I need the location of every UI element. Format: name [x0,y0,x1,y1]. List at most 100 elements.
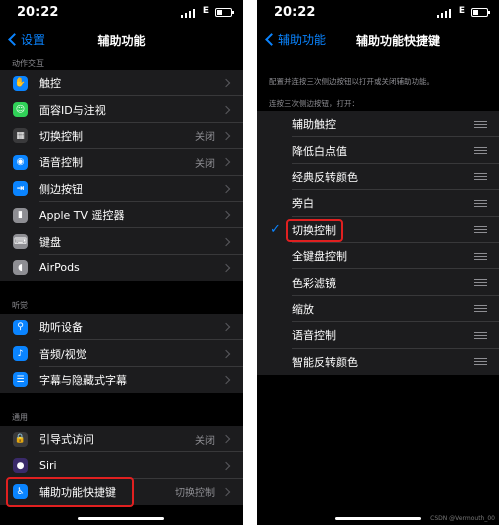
row-label: 引导式访问 [39,433,94,447]
remote-icon: ▮ [13,207,28,223]
chevron-right-icon [221,158,231,167]
settings-row[interactable]: ● Siri [0,452,243,480]
battery-icon [471,8,490,17]
battery-icon [215,8,234,17]
settings-row[interactable]: ▮ Apple TV 遥控器 [0,202,243,229]
status-bar: 20:22 E [257,0,499,26]
reorder-handle-icon[interactable] [474,173,487,181]
signal-icon [181,9,197,18]
chevron-right-icon [221,184,231,193]
reorder-handle-icon[interactable] [474,199,487,207]
row-value: 关闭 [195,158,215,170]
option-label: 全键盘控制 [292,250,347,264]
signal-icon [437,9,453,18]
chevron-right-icon [221,461,231,470]
row-label: 字幕与隐藏式字幕 [39,373,127,387]
network-type: E [458,6,465,16]
status-time: 20:22 [17,5,59,20]
settings-row[interactable]: ⌨ 键盘 [0,228,243,256]
row-label: Apple TV 遥控器 [39,209,125,223]
watermark: CSDN @Vermouth_00 [430,515,495,522]
page-title: 辅助功能快捷键 [355,34,440,48]
nav-bar: 设置 辅助功能 [0,26,243,54]
settings-row[interactable]: ☰ 字幕与隐藏式字幕 [0,367,243,393]
row-label: 触控 [39,77,61,91]
settings-row[interactable]: ♪ 音频/视觉 [0,340,243,368]
reorder-handle-icon[interactable] [474,147,487,155]
row-label: 辅助功能快捷键 [39,485,116,499]
switch-control-icon: ▦ [13,128,28,144]
option-label: 缩放 [292,302,314,316]
shortcut-option[interactable]: 缩放 [257,296,499,323]
row-label: AirPods [39,261,80,275]
reorder-handle-icon[interactable] [474,120,487,128]
shortcut-option[interactable]: 语音控制 [257,322,499,349]
status-bar: 20:22 E [0,0,243,26]
siri-icon: ● [13,458,28,474]
settings-row[interactable]: ⇥ 侧边按钮 [0,176,243,203]
row-label: Siri [39,459,57,473]
hearing-icon: ⚲ [13,319,28,335]
shortcut-option[interactable]: 全键盘控制 [257,243,499,270]
shortcut-option[interactable]: 色彩滤镜 [257,269,499,297]
reorder-handle-icon[interactable] [474,252,487,260]
list-subheader: 连按三次侧边按钮，打开： [269,99,359,108]
row-label: 侧边按钮 [39,182,83,196]
side-button-icon: ⇥ [13,181,28,197]
reorder-handle-icon[interactable] [474,226,487,234]
touch-icon: ✋ [13,75,28,91]
network-type: E [202,6,209,16]
lock-icon: 🔒 [13,431,28,447]
subtitles-icon: ☰ [13,372,28,388]
settings-row[interactable]: ▦ 切换控制 关闭 [0,123,243,150]
option-label: 经典反转颜色 [292,170,358,184]
chevron-right-icon [221,263,231,273]
row-label: 键盘 [39,235,61,249]
section-header: 动作交互 [12,59,44,68]
description-text: 配置并连按三次侧边按钮以打开或关闭辅助功能。 [269,77,434,86]
shortcut-option[interactable]: 辅助触控 [257,111,499,138]
chevron-right-icon [221,349,231,358]
airpods-icon: ◖ [13,260,28,276]
row-label: 切换控制 [39,129,83,143]
chevron-right-icon [221,131,231,141]
home-indicator [78,517,164,520]
chevron-left-icon [265,33,278,46]
option-label: 切换控制 [292,223,336,237]
option-label: 辅助触控 [292,118,336,132]
chevron-right-icon [221,434,231,444]
option-label: 语音控制 [292,329,336,343]
reorder-handle-icon[interactable] [474,279,487,287]
reorder-handle-icon[interactable] [474,358,487,366]
settings-row[interactable]: ✋ 触控 [0,70,243,97]
reorder-handle-icon[interactable] [474,331,487,339]
settings-row[interactable]: ♿ 辅助功能快捷键 切换控制 [0,479,243,505]
settings-row[interactable]: 🔒 引导式访问 关闭 [0,426,243,453]
section-header: 听觉 [12,301,28,310]
shortcut-options-list: 辅助触控降低白点值经典反转颜色 旁白 ✓ 切换控制全键盘控制色彩滤镜缩放语音控制智能反… [257,111,499,375]
chevron-right-icon [221,487,231,497]
accessibility-icon: ♿ [13,484,28,500]
row-label: 音频/视觉 [39,347,87,361]
settings-row[interactable]: ◉ 语音控制 关闭 [0,149,243,176]
settings-row[interactable]: ◖ AirPods [0,255,243,281]
shortcut-option[interactable]: 智能反转颜色 [257,349,499,375]
audio-visual-icon: ♪ [13,346,28,362]
option-label: 旁白 [292,197,314,211]
settings-row[interactable]: ⚲ 助听设备 [0,314,243,341]
checkmark-icon: ✓ [270,221,281,237]
row-label: 语音控制 [39,156,83,170]
shortcut-option[interactable]: 经典反转颜色 [257,164,499,191]
page-title: 辅助功能 [97,34,146,48]
shortcut-option[interactable]: 旁白 [257,190,499,217]
chevron-right-icon [221,237,231,246]
section-interaction: ✋ 触控 ☺ 面容ID与注视 ▦ 切换控制 关闭 ◉ 语音控制 关闭 ⇥ 侧边按钮 ▮ Apple TV … [0,70,243,282]
settings-row[interactable]: ☺ 面容ID与注视 [0,96,243,124]
chevron-right-icon [221,210,231,220]
shortcut-option[interactable]: ✓ 切换控制 [257,217,499,244]
row-value: 关闭 [195,132,215,144]
accessibility-shortcut-screen: 20:22 E 辅助功能 辅助功能快捷键 配置并连按三次侧边按钮以打开或关闭辅助… [257,0,499,525]
reorder-handle-icon[interactable] [474,305,487,313]
shortcut-option[interactable]: 降低白点值 [257,137,499,165]
nav-bar: 辅助功能 辅助功能快捷键 [257,26,499,54]
